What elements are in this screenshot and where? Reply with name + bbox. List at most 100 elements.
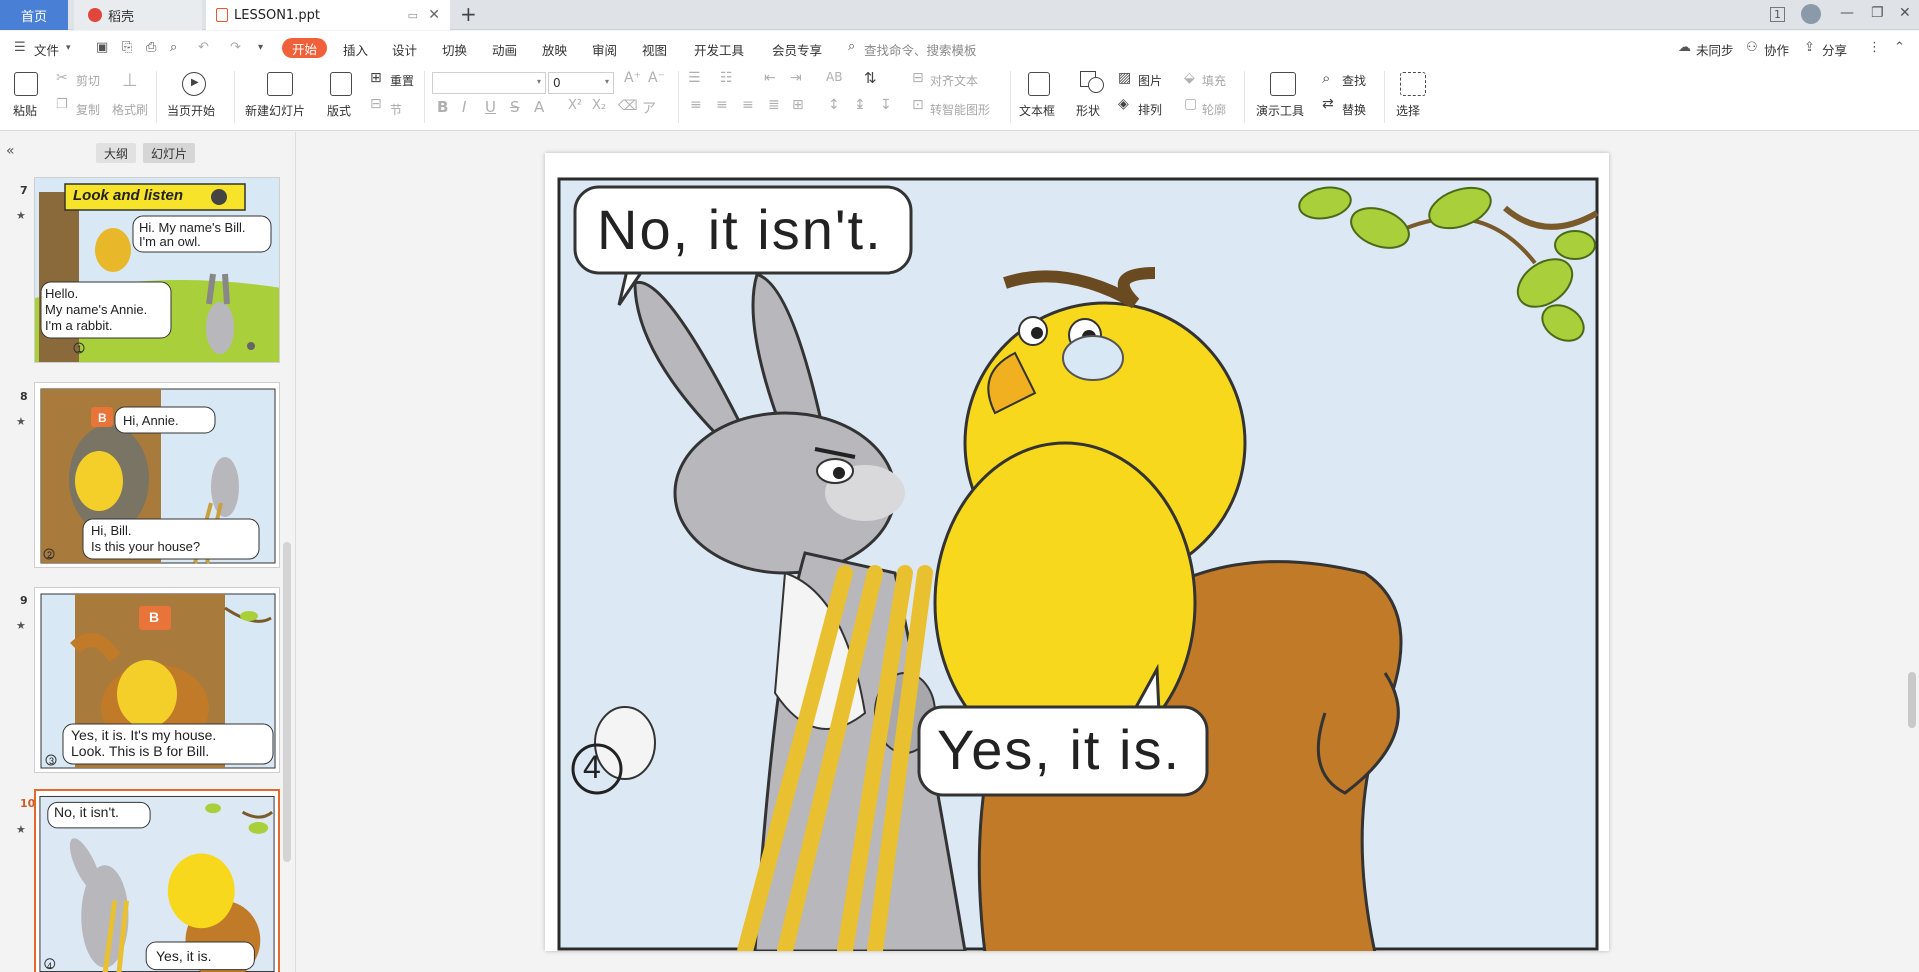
thumbnail-scrollbar[interactable]: [283, 542, 291, 862]
section-button[interactable]: 节: [390, 101, 402, 118]
redo-icon[interactable]: ↷: [230, 40, 241, 55]
menu-start[interactable]: 开始: [282, 38, 327, 58]
spacing-before-icon[interactable]: ↨: [854, 97, 866, 113]
bold-icon[interactable]: B: [437, 98, 448, 116]
replace-button[interactable]: 替换: [1342, 101, 1366, 118]
close-window-icon[interactable]: ✕: [1899, 5, 1911, 21]
paste-icon[interactable]: [14, 72, 38, 96]
new-tab-button[interactable]: +: [460, 4, 477, 24]
paste-button[interactable]: 粘贴: [13, 102, 37, 119]
tab-document[interactable]: LESSON1.ppt ▭ ✕: [206, 0, 450, 30]
slide-thumbnail-10[interactable]: No, it isn't. Yes, it is. 4: [34, 789, 280, 972]
tab-daoke[interactable]: 稻壳: [74, 0, 202, 30]
slides-tab[interactable]: 幻灯片: [143, 143, 196, 163]
new-slide-icon[interactable]: [267, 72, 293, 96]
subscript-icon[interactable]: X₂: [592, 98, 606, 113]
bullets-icon[interactable]: ☰: [688, 70, 701, 86]
align-right-icon[interactable]: ≡: [742, 97, 754, 113]
align-text-button[interactable]: 对齐文本: [930, 72, 978, 89]
increase-font-icon[interactable]: A⁺: [624, 70, 641, 86]
menu-slideshow[interactable]: 放映: [542, 40, 567, 59]
italic-icon[interactable]: I: [462, 98, 466, 116]
justify-icon[interactable]: ≣: [768, 97, 780, 113]
more-options-icon[interactable]: ⋮: [1868, 40, 1881, 55]
textbox-button[interactable]: 文本框: [1019, 102, 1055, 119]
text-direction-icon[interactable]: AB: [826, 70, 842, 84]
workspace-icon[interactable]: 1: [1770, 7, 1785, 22]
restore-icon[interactable]: ❐: [1871, 5, 1884, 21]
pin-window-icon[interactable]: ▭: [408, 9, 418, 22]
cut-button[interactable]: 剪切: [76, 72, 100, 89]
align-left-icon[interactable]: ≡: [690, 97, 702, 113]
layout-icon[interactable]: [330, 72, 352, 96]
strikethrough-icon[interactable]: S: [510, 98, 520, 116]
font-family-select[interactable]: ▾: [432, 72, 546, 94]
find-button[interactable]: 查找: [1342, 72, 1366, 89]
outline-button[interactable]: 轮廓: [1202, 101, 1226, 118]
share-button[interactable]: 分享: [1822, 40, 1847, 59]
underline-icon[interactable]: U: [485, 98, 496, 116]
menu-insert[interactable]: 插入: [343, 40, 368, 59]
undo-icon[interactable]: ↶: [198, 40, 209, 55]
clear-format-icon[interactable]: ⌫: [618, 98, 638, 114]
print-preview-icon[interactable]: ⌕: [170, 40, 177, 55]
align-center-icon[interactable]: ≡: [716, 97, 728, 113]
command-search-input[interactable]: 查找命令、搜索模板: [864, 40, 977, 59]
current-slide-canvas[interactable]: No, it isn't. Yes, it is. 4: [545, 153, 1609, 959]
slide-thumbnail-8[interactable]: B Hi, Annie. Hi, Bill. Is this your hous…: [34, 382, 280, 568]
slide-thumbnail-7[interactable]: Look and listen Hi. My name's Bill. I'm …: [34, 177, 280, 363]
save-icon[interactable]: ▣: [96, 40, 108, 55]
editor-scrollbar[interactable]: [1908, 672, 1916, 728]
chevron-down-icon[interactable]: ▾: [66, 43, 71, 53]
select-icon[interactable]: [1400, 72, 1426, 96]
tab-home[interactable]: 首页: [0, 0, 68, 30]
line-spacing-icon[interactable]: ⇅: [864, 69, 877, 87]
presentation-tools-icon[interactable]: [1270, 72, 1296, 96]
collapse-pane-icon[interactable]: «: [6, 143, 15, 159]
paragraph-spacing-icon[interactable]: ↕: [828, 97, 840, 113]
font-color-icon[interactable]: A: [534, 98, 544, 116]
decrease-font-icon[interactable]: A⁻: [648, 70, 665, 86]
phonetic-guide-icon[interactable]: ア: [642, 98, 656, 118]
fill-button[interactable]: 填充: [1202, 72, 1226, 89]
menu-view[interactable]: 视图: [642, 40, 667, 59]
sync-status[interactable]: 未同步: [1696, 40, 1734, 59]
shape-button[interactable]: 形状: [1076, 102, 1100, 119]
numbering-icon[interactable]: ☷: [720, 70, 733, 86]
collaborate-button[interactable]: 协作: [1764, 40, 1789, 59]
picture-button[interactable]: 图片: [1138, 72, 1162, 89]
minimize-icon[interactable]: —: [1840, 5, 1854, 21]
spacing-after-icon[interactable]: ↧: [880, 97, 892, 113]
menu-animation[interactable]: 动画: [492, 40, 517, 59]
close-tab-icon[interactable]: ✕: [428, 7, 440, 23]
smartart-button[interactable]: 转智能图形: [930, 101, 990, 118]
menu-transition[interactable]: 切换: [442, 40, 467, 59]
slide-thumbnail-9[interactable]: B Yes, it is. It's my house. Look. This …: [34, 587, 280, 773]
menu-member[interactable]: 会员专享: [772, 40, 822, 59]
menu-design[interactable]: 设计: [392, 40, 417, 59]
copy-button[interactable]: 复制: [76, 101, 100, 118]
decrease-indent-icon[interactable]: ⇤: [764, 70, 776, 86]
avatar[interactable]: [1801, 4, 1821, 24]
format-painter-button[interactable]: 格式刷: [112, 101, 148, 118]
font-size-select[interactable]: 0 ▾: [548, 72, 614, 94]
menu-file[interactable]: 文件: [34, 40, 59, 59]
arrange-button[interactable]: 排列: [1138, 101, 1162, 118]
layout-button[interactable]: 版式: [327, 102, 351, 119]
outline-tab[interactable]: 大纲: [96, 143, 137, 163]
menu-developer[interactable]: 开发工具: [694, 40, 744, 59]
increase-indent-icon[interactable]: ⇥: [790, 70, 802, 86]
select-button[interactable]: 选择: [1396, 102, 1420, 119]
export-icon[interactable]: ⎘: [122, 40, 132, 55]
reset-button[interactable]: 重置: [390, 72, 414, 89]
play-from-current-button[interactable]: 当页开始: [167, 102, 215, 119]
textbox-icon[interactable]: [1028, 72, 1050, 96]
collapse-ribbon-icon[interactable]: ⌃: [1894, 40, 1905, 55]
customize-toolbar-icon[interactable]: ▾: [258, 42, 263, 53]
superscript-icon[interactable]: X²: [568, 98, 582, 113]
presentation-tools-button[interactable]: 演示工具: [1256, 102, 1304, 119]
distribute-icon[interactable]: ⊞: [792, 97, 804, 113]
print-icon[interactable]: ⎙: [146, 40, 156, 55]
new-slide-button[interactable]: 新建幻灯片: [245, 102, 305, 119]
menu-review[interactable]: 审阅: [592, 40, 617, 59]
